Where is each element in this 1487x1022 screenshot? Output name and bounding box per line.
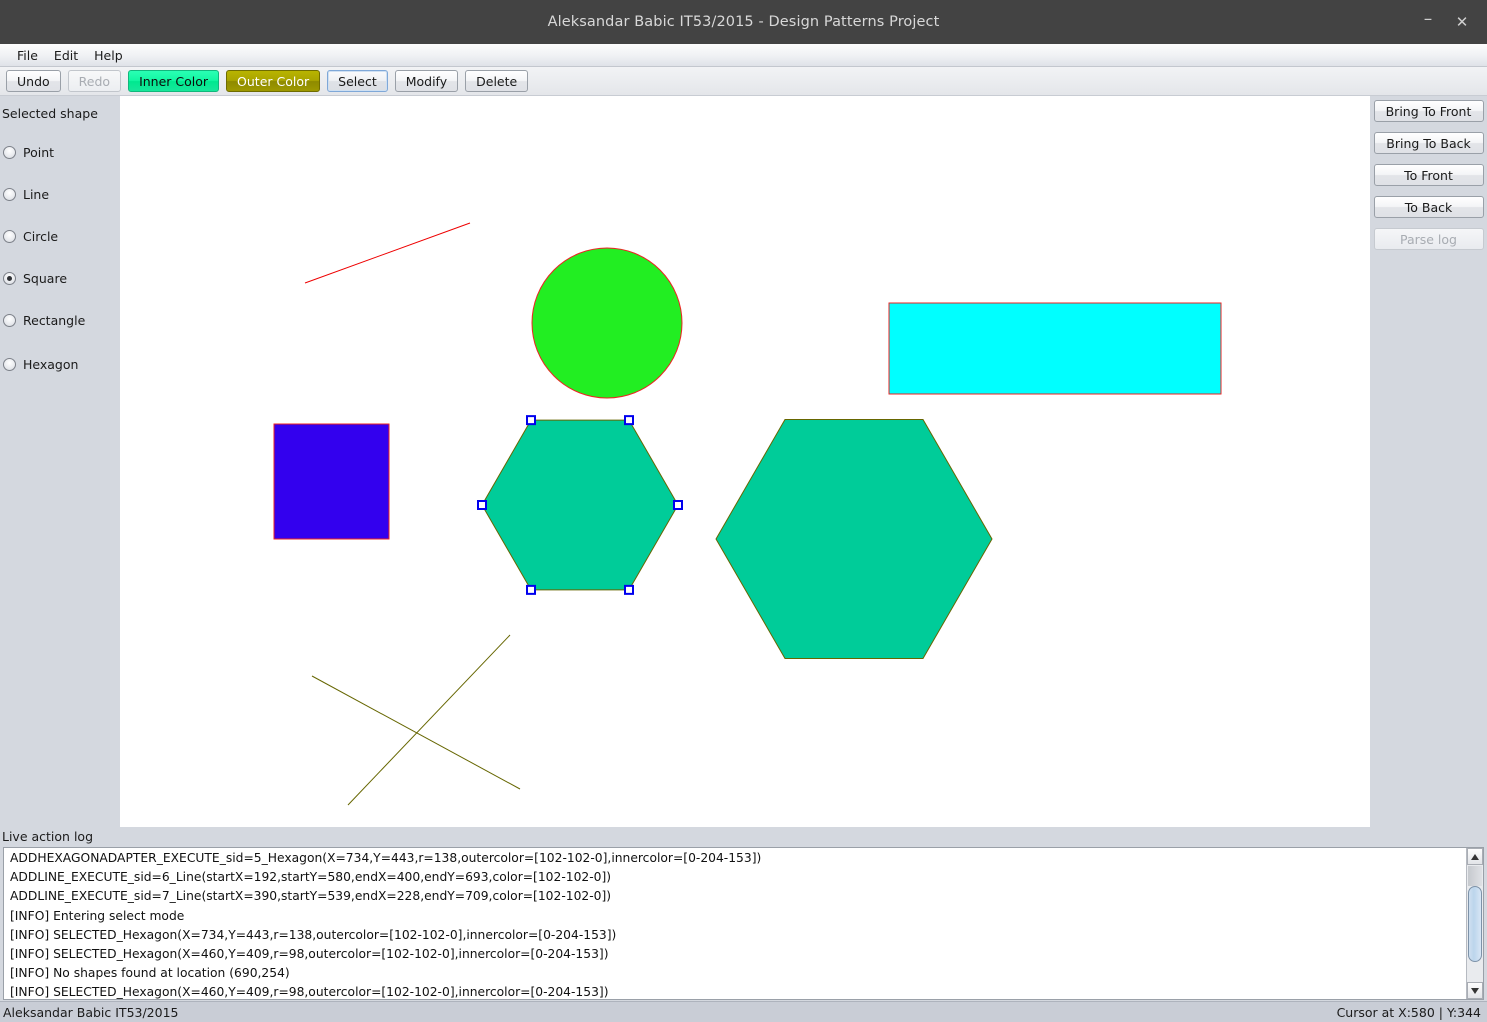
inner-color-button[interactable]: Inner Color <box>128 70 220 92</box>
window-title: Aleksandar Babic IT53/2015 - Design Patt… <box>547 14 940 30</box>
toolbar: Undo Redo Inner Color Outer Color Select… <box>0 67 1487 96</box>
menu-item-file[interactable]: File <box>9 46 46 65</box>
log-line: [INFO] Entering select mode <box>10 908 185 923</box>
log-line: [INFO] SELECTED_Hexagon(X=460,Y=409,r=98… <box>10 985 609 999</box>
delete-button[interactable]: Delete <box>465 70 529 92</box>
radio-square-icon[interactable] <box>3 271 16 285</box>
selection-handle[interactable] <box>477 500 487 510</box>
canvas-shapes <box>273 222 1222 806</box>
selection-handle[interactable] <box>624 415 634 426</box>
modify-button[interactable]: Modify <box>394 70 459 92</box>
shape-selector-panel: Selected shape Point Line Circle Square … <box>0 96 120 827</box>
radio-row-hexagon[interactable]: Hexagon <box>0 355 120 373</box>
selection-handle[interactable] <box>673 500 683 510</box>
menu-item-help[interactable]: Help <box>86 46 131 65</box>
log-line: [INFO] SELECTED_Hexagon(X=460,Y=409,r=98… <box>10 947 609 962</box>
log-lines: ADDHEXAGONADAPTER_EXECUTE_sid=5_Hexagon(… <box>4 848 1466 999</box>
drawing-canvas[interactable] <box>120 96 1370 827</box>
to-back-button[interactable]: To Back <box>1373 196 1484 218</box>
live-action-log-label: Live action log <box>2 829 94 844</box>
log-line: ADDLINE_EXECUTE_sid=6_Line(startX=192,st… <box>10 870 612 885</box>
log-scrollbar[interactable] <box>1466 848 1483 999</box>
status-author: Aleksandar Babic IT53/2015 <box>3 1004 179 1020</box>
close-icon[interactable]: ✕ <box>1445 0 1479 44</box>
log-line: ADDLINE_EXECUTE_sid=7_Line(startX=390,st… <box>10 889 612 904</box>
radio-label-line: Line <box>23 186 50 202</box>
canvas-shape-red-line[interactable] <box>304 222 471 284</box>
canvas-shape-large-hexagon[interactable] <box>715 419 993 659</box>
radio-label-square: Square <box>23 270 68 286</box>
log-line: [INFO] No shapes found at location (690,… <box>10 966 290 981</box>
canvas-shape-green-circle[interactable] <box>531 247 683 399</box>
radio-label-circle: Circle <box>23 228 59 244</box>
canvas-shape-cyan-rectangle[interactable] <box>888 302 1222 395</box>
bring-to-back-button[interactable]: Bring To Back <box>1373 132 1484 154</box>
scroll-down-arrow-icon[interactable] <box>1467 982 1483 999</box>
canvas-shape-blue-square[interactable] <box>273 423 390 540</box>
window-controls: – ✕ <box>1411 0 1479 44</box>
scrollbar-track[interactable] <box>1468 866 1482 886</box>
live-action-log-panel[interactable]: ADDHEXAGONADAPTER_EXECUTE_sid=5_Hexagon(… <box>3 847 1484 1000</box>
radio-rectangle-icon[interactable] <box>3 313 16 327</box>
log-line: [INFO] SELECTED_Hexagon(X=734,Y=443,r=13… <box>10 927 617 942</box>
radio-label-hexagon: Hexagon <box>23 356 79 372</box>
undo-button[interactable]: Undo <box>6 70 61 92</box>
select-button[interactable]: Select <box>327 70 388 92</box>
selection-handle[interactable] <box>624 584 634 595</box>
menu-bar: File Edit Help <box>0 44 1487 67</box>
radio-circle-icon[interactable] <box>3 229 16 243</box>
title-bar: Aleksandar Babic IT53/2015 - Design Patt… <box>0 0 1487 44</box>
radio-hexagon-icon[interactable] <box>3 357 16 371</box>
selected-shape-label: Selected shape <box>2 106 98 121</box>
radio-label-rectangle: Rectangle <box>23 312 86 328</box>
redo-button: Redo <box>67 70 122 92</box>
parse-log-button: Parse log <box>1373 228 1484 250</box>
log-line: ADDHEXAGONADAPTER_EXECUTE_sid=5_Hexagon(… <box>10 851 762 865</box>
status-cursor-position: Cursor at X:580 | Y:344 <box>1336 1004 1481 1020</box>
scroll-up-arrow-icon[interactable] <box>1467 848 1483 865</box>
to-front-button[interactable]: To Front <box>1373 164 1484 186</box>
selection-handle[interactable] <box>526 415 536 426</box>
bring-to-front-button[interactable]: Bring To Front <box>1373 100 1484 122</box>
radio-row-line[interactable]: Line <box>0 185 120 203</box>
status-bar: Aleksandar Babic IT53/2015 Cursor at X:5… <box>0 1001 1487 1022</box>
canvas-shape-olive-line-2[interactable] <box>347 634 511 806</box>
canvas-shape-selected-hexagon[interactable] <box>481 419 679 591</box>
radio-row-rectangle[interactable]: Rectangle <box>0 311 120 329</box>
minimize-icon[interactable]: – <box>1411 0 1445 44</box>
radio-line-icon[interactable] <box>3 187 16 201</box>
selection-handle[interactable] <box>526 584 536 595</box>
z-order-panel: Bring To Front Bring To Back To Front To… <box>1370 96 1487 827</box>
scrollbar-thumb[interactable] <box>1468 886 1482 962</box>
radio-row-circle[interactable]: Circle <box>0 227 120 245</box>
radio-row-point[interactable]: Point <box>0 143 120 161</box>
radio-label-point: Point <box>23 144 55 160</box>
menu-item-edit[interactable]: Edit <box>46 46 86 65</box>
radio-row-square[interactable]: Square <box>0 269 120 287</box>
outer-color-button[interactable]: Outer Color <box>226 70 321 92</box>
radio-point-icon[interactable] <box>3 145 16 159</box>
canvas-shape-olive-line-1[interactable] <box>311 675 521 790</box>
